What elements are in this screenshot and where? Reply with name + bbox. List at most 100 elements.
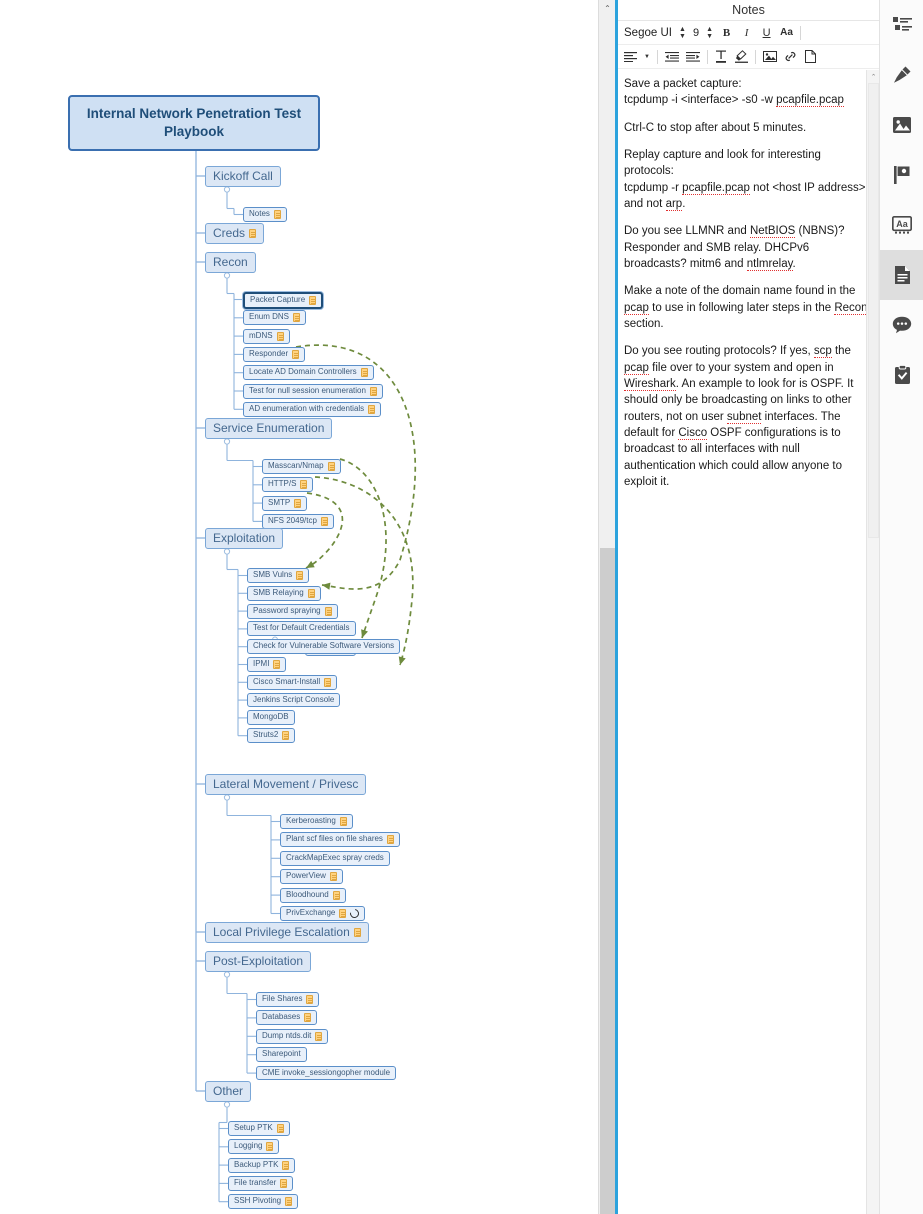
rail-button-image[interactable] (880, 100, 923, 150)
child-node-4-1[interactable]: SMB Relaying (247, 585, 321, 601)
child-node-8-0[interactable]: Setup PTK (228, 1121, 290, 1136)
note-attachment-icon[interactable] (282, 731, 290, 741)
note-attachment-icon[interactable] (324, 606, 332, 616)
child-node-2-5[interactable]: Test for null session enumeration (243, 383, 383, 399)
note-attachment-icon[interactable] (386, 835, 394, 845)
child-node-5-0[interactable]: Kerberoasting (280, 814, 353, 829)
mindmap-canvas[interactable]: Internal Network Penetration Test Playbo… (0, 0, 598, 1214)
note-attachment-icon[interactable] (327, 462, 335, 471)
note-attachment-icon[interactable] (249, 228, 257, 238)
font-size-value[interactable]: 9 (693, 27, 699, 39)
highlight-icon[interactable] (734, 48, 748, 65)
decrease-indent-icon[interactable] (664, 48, 679, 65)
font-family-stepper-icon[interactable]: ▲ ▼ (679, 26, 686, 40)
map-vertical-scrollbar[interactable]: ⌃ (598, 0, 616, 1214)
child-node-7-4[interactable]: CME invoke_sessiongopher module (256, 1065, 397, 1081)
child-node-3-1[interactable]: HTTP/S (262, 477, 314, 493)
child-node-4-0[interactable]: SMB Vulns (247, 568, 310, 583)
note-attachment-icon[interactable] (294, 498, 302, 508)
branch-node-0[interactable]: Kickoff Call (205, 165, 281, 187)
child-node-4-4[interactable]: Check for Vulnerable Software Versions (247, 639, 401, 654)
child-node-3-2[interactable]: SMTP (262, 495, 308, 511)
align-left-icon[interactable] (624, 48, 637, 65)
note-attachment-icon[interactable] (320, 516, 328, 526)
note-attachment-icon[interactable] (315, 1031, 323, 1041)
child-node-5-3[interactable]: PowerView (280, 869, 343, 885)
note-attachment-icon[interactable] (324, 677, 332, 687)
child-node-4-8[interactable]: MongoDB (247, 710, 295, 726)
note-attachment-icon[interactable] (306, 995, 314, 1004)
rail-button-task[interactable] (880, 350, 923, 400)
rail-button-text-style[interactable]: Aa (880, 200, 923, 250)
note-attachment-icon[interactable] (339, 909, 347, 918)
rail-button-flag[interactable] (880, 150, 923, 200)
child-node-5-1[interactable]: Plant scf files on file shares (280, 832, 400, 848)
font-color-icon[interactable] (715, 48, 728, 65)
note-attachment-icon[interactable] (307, 588, 315, 598)
rail-button-outline[interactable] (880, 0, 923, 50)
bold-button[interactable]: B (720, 24, 733, 41)
child-node-4-3[interactable]: Test for Default Credentials (247, 621, 356, 637)
font-size-stepper-icon[interactable]: ▲ ▼ (706, 26, 713, 40)
scroll-thumb[interactable] (600, 548, 615, 1214)
child-node-8-4[interactable]: SSH Pivoting (228, 1194, 299, 1210)
paste-icon[interactable] (804, 48, 817, 65)
note-attachment-icon[interactable] (300, 480, 308, 490)
child-node-8-2[interactable]: Backup PTK (228, 1157, 296, 1173)
insert-link-icon[interactable] (784, 48, 797, 65)
font-family-value[interactable]: Segoe UI (624, 27, 672, 39)
child-node-8-3[interactable]: File transfer (228, 1175, 294, 1191)
branch-node-2[interactable]: Recon (205, 251, 256, 273)
rail-button-comment[interactable] (880, 300, 923, 350)
child-node-2-2[interactable]: mDNS (243, 328, 290, 344)
underline-button[interactable]: U (760, 24, 773, 41)
child-node-7-2[interactable]: Dump ntds.dit (256, 1028, 329, 1044)
child-node-7-3[interactable]: Sharepoint (256, 1047, 307, 1062)
child-node-2-1[interactable]: Enum DNS (243, 310, 307, 326)
italic-button[interactable]: I (740, 24, 753, 41)
note-attachment-icon[interactable] (276, 1124, 284, 1133)
note-attachment-icon[interactable] (273, 660, 281, 669)
note-attachment-icon[interactable] (280, 1178, 288, 1188)
branch-node-5[interactable]: Lateral Movement / Privesc (205, 773, 367, 795)
child-node-4-7[interactable]: Jenkins Script Console (247, 692, 341, 708)
note-attachment-icon[interactable] (304, 1013, 312, 1023)
note-attachment-icon[interactable] (369, 386, 377, 396)
align-dropdown-icon[interactable]: ▼ (644, 54, 650, 60)
child-node-3-0[interactable]: Masscan/Nmap (262, 459, 341, 474)
child-node-8-1[interactable]: Logging (228, 1139, 280, 1155)
child-node-2-0[interactable]: Packet Capture (243, 292, 324, 309)
branch-node-7[interactable]: Post-Exploitation (205, 950, 312, 972)
branch-node-3[interactable]: Service Enumeration (205, 417, 333, 439)
note-attachment-icon[interactable] (292, 349, 300, 359)
child-node-5-4[interactable]: Bloodhound (280, 887, 346, 903)
notes-vertical-scrollbar[interactable]: ⌃ (866, 70, 879, 1214)
child-node-2-3[interactable]: Responder (243, 346, 306, 362)
child-node-5-2[interactable]: CrackMapExec spray creds (280, 850, 390, 866)
note-attachment-icon[interactable] (273, 210, 281, 219)
note-attachment-icon[interactable] (360, 368, 368, 378)
increase-indent-icon[interactable] (685, 48, 700, 65)
note-attachment-icon[interactable] (293, 313, 301, 323)
child-node-5-5[interactable]: PrivExchange (280, 906, 366, 921)
child-node-4-5[interactable]: IPMI (247, 657, 287, 672)
child-node-4-2[interactable]: Password spraying (247, 603, 338, 619)
note-attachment-icon[interactable] (276, 331, 284, 341)
note-attachment-icon[interactable] (368, 404, 376, 414)
root-node[interactable]: Internal Network Penetration Test Playbo… (68, 95, 320, 152)
note-attachment-icon[interactable] (285, 1197, 293, 1207)
child-node-7-1[interactable]: Databases (256, 1010, 318, 1026)
hyperlink-icon[interactable] (348, 907, 362, 920)
branch-node-1[interactable]: Creds (205, 222, 265, 244)
child-node-2-4[interactable]: Locate AD Domain Controllers (243, 365, 374, 381)
note-attachment-icon[interactable] (282, 1160, 290, 1170)
notes-scroll-thumb[interactable] (868, 83, 879, 538)
note-attachment-icon[interactable] (296, 571, 304, 580)
note-attachment-icon[interactable] (353, 927, 361, 937)
child-node-3-3[interactable]: NFS 2049/tcp (262, 513, 334, 529)
note-attachment-icon[interactable] (266, 1142, 274, 1152)
insert-image-icon[interactable] (762, 48, 777, 65)
branch-node-8[interactable]: Other (205, 1080, 252, 1102)
branch-node-4[interactable]: Exploitation (205, 527, 284, 549)
child-node-4-9[interactable]: Struts2 (247, 728, 296, 744)
